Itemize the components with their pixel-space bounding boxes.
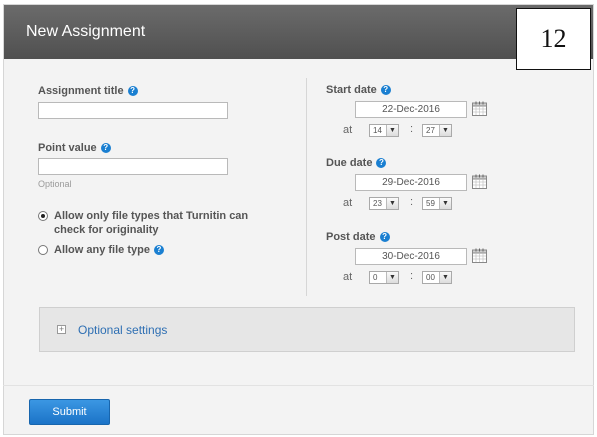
chevron-down-icon: ▼	[386, 198, 398, 209]
due-date-label-row: Due date ?	[326, 157, 387, 169]
help-icon[interactable]: ?	[127, 86, 138, 96]
assignment-title-label-row: Assignment title ?	[38, 85, 138, 97]
form-header: New Assignment	[4, 5, 593, 59]
post-minute-select[interactable]: 00 ▼	[422, 271, 452, 284]
post-hour-select[interactable]: 0 ▼	[369, 271, 399, 284]
post-date-label-row: Post date ?	[326, 231, 390, 243]
time-colon: :	[410, 196, 414, 208]
radio-any-file-type-label-row[interactable]: Allow any file type ?	[54, 244, 164, 256]
chevron-down-icon: ▼	[386, 272, 398, 283]
chevron-down-icon: ▼	[439, 125, 451, 136]
radio-any-file-type[interactable]	[38, 245, 48, 255]
time-colon: :	[410, 123, 414, 135]
calendar-icon[interactable]	[472, 101, 487, 116]
annotation-number: 12	[516, 8, 591, 70]
start-date-label: Start date	[326, 84, 377, 96]
radio-turnitin-file-types-label[interactable]: Allow only file types that Turnitin can …	[54, 209, 248, 237]
form-title: New Assignment	[26, 23, 146, 40]
due-hour-select[interactable]: 23 ▼	[369, 197, 399, 210]
help-icon[interactable]: ?	[380, 85, 391, 95]
optional-settings-link[interactable]: Optional settings	[78, 323, 167, 337]
start-date-label-row: Start date ?	[326, 84, 391, 96]
help-icon[interactable]: ?	[100, 143, 111, 153]
start-at-label: at	[343, 124, 353, 136]
time-colon: :	[410, 270, 414, 282]
help-icon[interactable]: ?	[379, 232, 390, 242]
assignment-title-input[interactable]	[38, 102, 228, 119]
start-minute-select[interactable]: 27 ▼	[422, 124, 452, 137]
start-date-input[interactable]: 22-Dec-2016	[355, 101, 467, 118]
due-at-label: at	[343, 197, 353, 209]
due-minute-select[interactable]: 59 ▼	[422, 197, 452, 210]
start-hour-select[interactable]: 14 ▼	[369, 124, 399, 137]
post-date-label: Post date	[326, 231, 376, 243]
optional-settings-panel[interactable]: + Optional settings	[39, 307, 575, 352]
point-value-label-row: Point value ?	[38, 142, 111, 154]
chevron-down-icon: ▼	[439, 198, 451, 209]
point-value-label: Point value	[38, 142, 97, 154]
due-date-label: Due date	[326, 157, 373, 169]
due-date-input[interactable]: 29-Dec-2016	[355, 174, 467, 191]
expand-plus-icon[interactable]: +	[57, 325, 66, 334]
chevron-down-icon: ▼	[439, 272, 451, 283]
radio-turnitin-file-types[interactable]	[38, 211, 48, 221]
radio-any-file-type-label: Allow any file type	[54, 244, 150, 256]
help-icon[interactable]: ?	[153, 245, 164, 255]
column-divider	[306, 78, 307, 296]
calendar-icon[interactable]	[472, 174, 487, 189]
post-at-label: at	[343, 271, 353, 283]
chevron-down-icon: ▼	[386, 125, 398, 136]
assignment-title-label: Assignment title	[38, 85, 124, 97]
point-value-input[interactable]	[38, 158, 228, 175]
footer-divider	[3, 385, 594, 386]
post-date-input[interactable]: 30-Dec-2016	[355, 248, 467, 265]
help-icon[interactable]: ?	[376, 158, 387, 168]
calendar-icon[interactable]	[472, 248, 487, 263]
point-value-hint: Optional	[38, 179, 72, 189]
submit-button[interactable]: Submit	[29, 399, 110, 425]
